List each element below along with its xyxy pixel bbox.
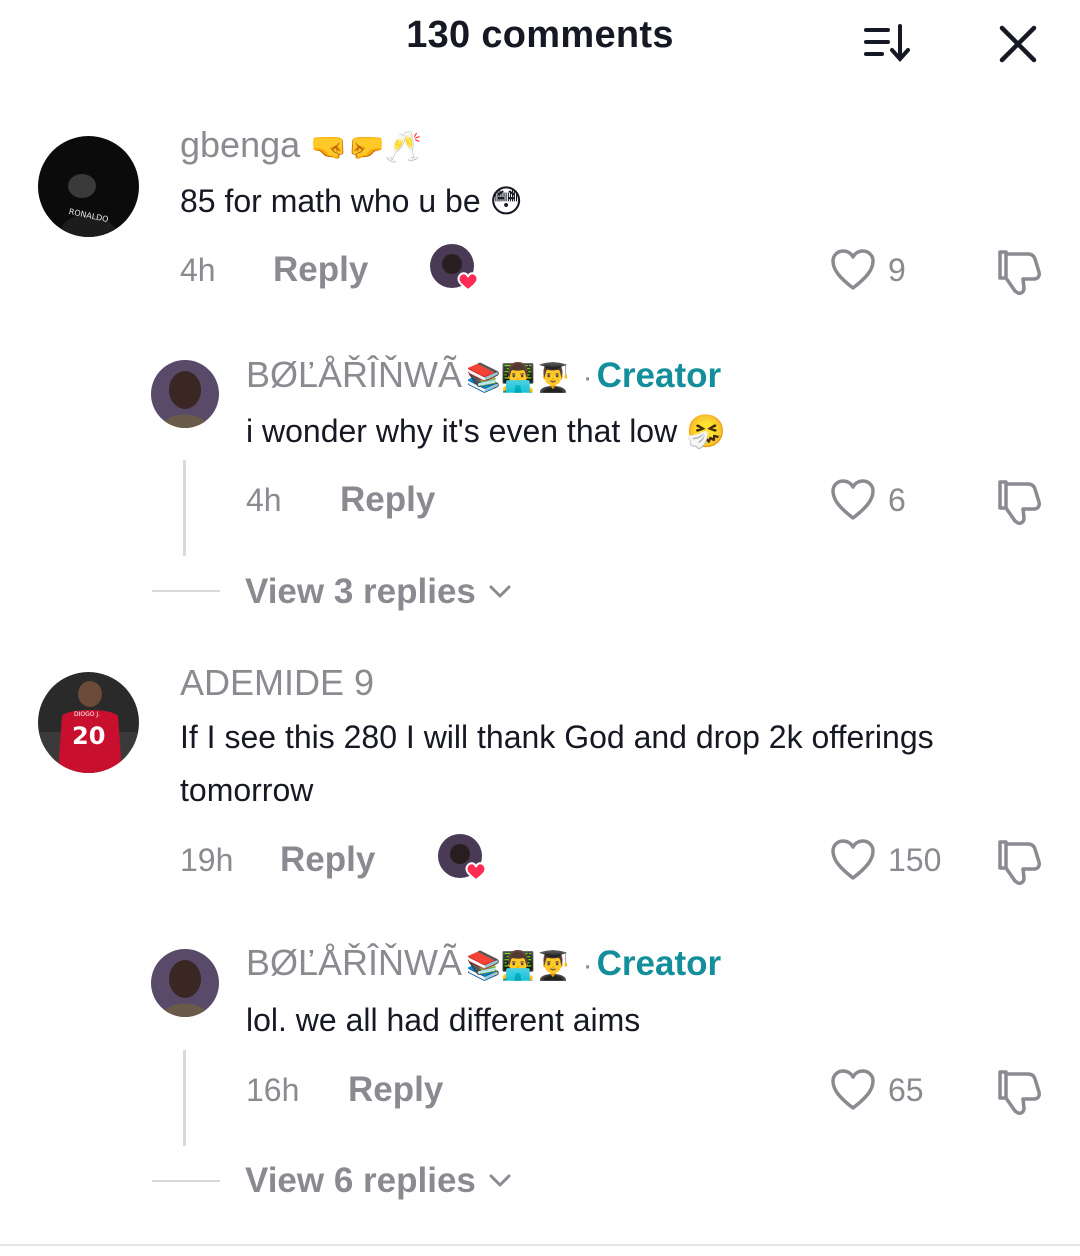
reply-button[interactable]: Reply [340, 480, 435, 520]
reply-time: 16h [246, 1072, 300, 1108]
view-replies-button[interactable]: View 3 replies [245, 572, 512, 612]
creator-avatar[interactable] [151, 360, 219, 428]
separator-dot: · [582, 949, 593, 982]
reply-text: lol. we all had different aims [246, 1002, 641, 1038]
avatar-jersey-name: DIOGO J. [74, 711, 100, 718]
like-button[interactable]: 6 [830, 478, 906, 522]
like-button[interactable]: 150 [830, 838, 941, 882]
username-emojis: 📚👨‍💻👨‍🎓 [466, 949, 571, 981]
sort-descending-icon[interactable] [862, 22, 916, 66]
dislike-icon[interactable] [992, 836, 1044, 888]
dislike-icon[interactable] [992, 1066, 1044, 1118]
dislike-icon[interactable] [992, 246, 1044, 298]
creator-badge: Creator [596, 944, 722, 983]
bottom-divider [0, 1244, 1080, 1246]
comments-count-title: 130 comments [406, 14, 674, 56]
creator-badge: Creator [596, 356, 722, 395]
like-count: 65 [888, 1071, 924, 1108]
reply-username[interactable]: BØĽÅŘÎŇWÃ 📚👨‍💻👨‍🎓 · Creator [246, 354, 721, 396]
thread-line [183, 1050, 186, 1146]
like-button[interactable]: 9 [830, 248, 906, 292]
comment-time: 4h [180, 252, 216, 288]
reply-username[interactable]: BØĽÅŘÎŇWÃ 📚👨‍💻👨‍🎓 · Creator [246, 942, 721, 984]
like-button[interactable]: 65 [830, 1068, 924, 1112]
comment-text-line-1: If I see this 280 I will thank God and d… [180, 719, 934, 755]
username-emojis: 📚👨‍💻👨‍🎓 [466, 361, 571, 393]
avatar[interactable]: RONALDO [38, 136, 139, 237]
heart-icon [831, 249, 875, 290]
reply-button[interactable]: Reply [273, 250, 368, 290]
chevron-down-icon [489, 585, 511, 598]
reply-button[interactable]: Reply [348, 1070, 443, 1110]
close-icon[interactable] [996, 22, 1040, 66]
creator-liked-icon [430, 244, 479, 292]
view-replies-label: View 3 replies [245, 572, 476, 611]
username-emojis: 🤜🤛🥂 [310, 130, 423, 164]
like-count: 6 [888, 481, 906, 518]
comment-username[interactable]: gbenga 🤜🤛🥂 [180, 124, 422, 166]
comment-text-line-2: tomorrow [180, 772, 314, 808]
thread-line [183, 460, 186, 556]
view-replies-button[interactable]: View 6 replies [245, 1161, 512, 1201]
avatar-jersey-number: 20 [72, 722, 105, 750]
view-replies-divider [152, 590, 220, 592]
reply-button[interactable]: Reply [280, 840, 375, 880]
heart-icon [831, 839, 875, 880]
view-replies-divider [152, 1180, 220, 1182]
heart-icon [831, 1069, 875, 1110]
creator-avatar[interactable] [151, 949, 219, 1017]
comment-time: 19h [180, 842, 234, 878]
reply-text: i wonder why it's even that low 🤧 [246, 413, 726, 449]
view-replies-label: View 6 replies [245, 1161, 476, 1200]
dislike-icon[interactable] [992, 476, 1044, 528]
like-count: 150 [888, 841, 942, 878]
username-text: BØĽÅŘÎŇWÃ [246, 354, 463, 395]
comment-username[interactable]: ADEMIDE 9 [180, 662, 374, 704]
avatar[interactable]: DIOGO J. 20 [38, 672, 139, 773]
username-text: BØĽÅŘÎŇWÃ [246, 942, 463, 983]
reply-time: 4h [246, 482, 282, 518]
separator-dot: · [582, 361, 593, 394]
username-text: gbenga [180, 124, 301, 165]
comments-panel: 130 comments RONALDO gbenga 🤜🤛🥂 85 for ma… [0, 0, 1080, 1256]
comment-text: 85 for math who u be 😳 [180, 183, 523, 219]
creator-liked-icon [438, 834, 487, 882]
chevron-down-icon [489, 1174, 511, 1187]
like-count: 9 [888, 251, 906, 288]
heart-icon [831, 479, 875, 520]
